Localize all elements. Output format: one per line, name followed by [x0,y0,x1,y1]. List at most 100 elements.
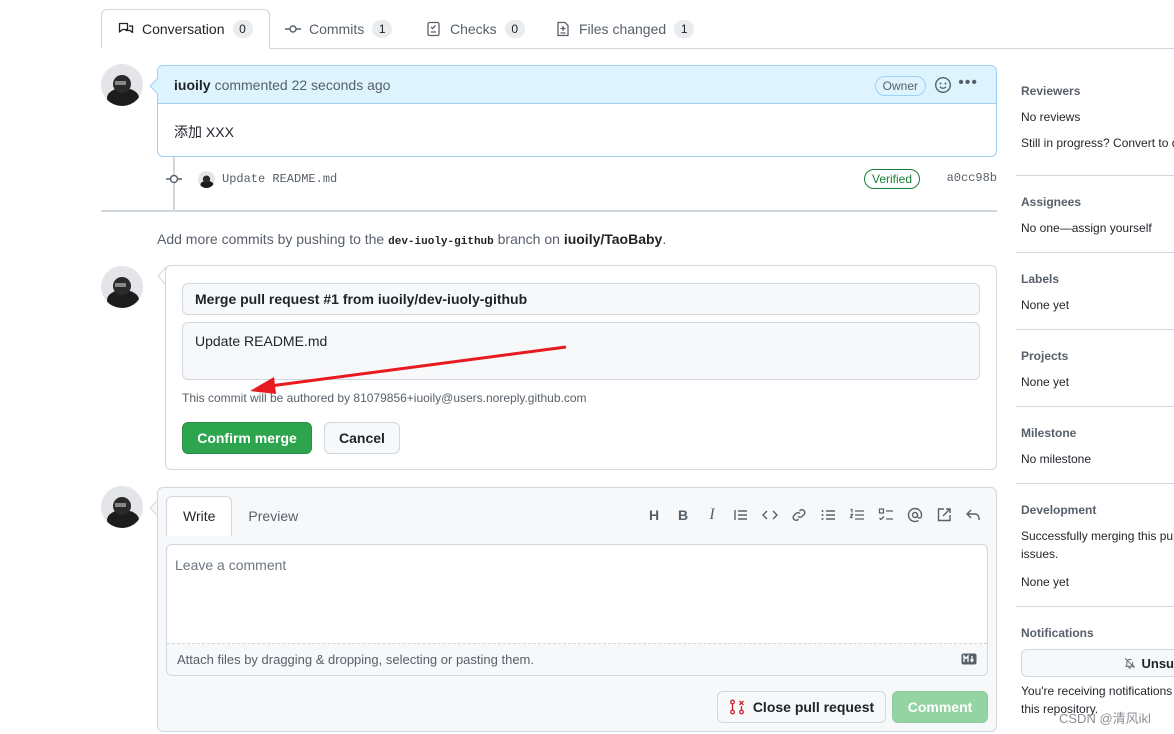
conversation-icon [118,22,134,34]
tab-count: 0 [232,20,253,38]
comment-textarea[interactable]: Leave a comment [167,545,987,643]
merge-title-input[interactable]: Merge pull request #1 from iuoily/dev-iu… [182,283,980,315]
info-text: Add more commits by pushing to the [157,231,385,247]
tab-count: 1 [372,20,393,38]
tab-count: 0 [504,20,525,38]
cancel-button[interactable]: Cancel [324,422,400,454]
sidebar-heading[interactable]: Milestone [1021,426,1174,440]
sidebar-heading: Notifications [1021,626,1094,640]
commit-icon [285,25,301,33]
sidebar-divider [1016,329,1174,330]
sidebar-development: Development Successfully merging this pu… [1021,503,1174,589]
comment-pointer [149,78,159,94]
link-icon[interactable] [790,506,808,524]
mention-icon[interactable] [906,506,924,524]
sidebar-text: None yet [1021,298,1070,312]
heading-icon[interactable]: H [645,506,663,524]
info-text: . [662,231,667,247]
editor-tabs: Write Preview [166,496,314,536]
comment-button[interactable]: Comment [892,691,988,723]
markdown-icon[interactable] [961,653,977,665]
sidebar-divider [1016,483,1174,484]
comment-header: iuoily commented 22 seconds ago [158,66,996,104]
sidebar-milestone: Milestone No milestone [1021,426,1174,466]
sidebar-divider [1016,406,1174,407]
sidebar-text: issues. [1021,547,1059,561]
unsubscribe-label: Unsu [1141,655,1174,671]
repo-name[interactable]: iuoily/TaoBaby [564,231,663,247]
sidebar-text: No reviews [1021,110,1081,124]
sidebar-reviewers: Reviewers No reviews Still in progress? … [1021,84,1174,150]
sidebar-text: None yet [1021,375,1070,389]
commit-row: Update README.md Verified a0cc98b [165,168,997,190]
sidebar-divider [1016,175,1174,176]
sidebar-text[interactable]: No one—assign yourself [1021,221,1174,235]
comment-box: iuoily commented 22 seconds ago Owner ••… [157,65,997,157]
avatar[interactable] [101,64,143,106]
bold-icon[interactable]: B [674,506,692,524]
unordered-list-icon[interactable] [819,506,837,524]
italic-icon[interactable]: I [703,506,721,524]
close-pr-label: Close pull request [752,699,875,715]
branch-name: dev-iuoly-github [388,236,494,248]
owner-badge: Owner [874,76,926,96]
sidebar-heading[interactable]: Reviewers [1021,84,1174,98]
sidebar-divider [1016,606,1174,607]
checks-icon [427,21,440,37]
sidebar-assignees: Assignees No one—assign yourself [1021,195,1174,235]
attach-files-bar[interactable]: Attach files by dragging & dropping, sel… [167,643,987,675]
kebab-menu-icon[interactable]: ••• [958,74,978,92]
sidebar-text[interactable]: Still in progress? Convert to d [1021,136,1174,150]
tab-preview[interactable]: Preview [232,496,314,536]
attach-files-label: Attach files by dragging & dropping, sel… [177,652,534,667]
commit-message[interactable]: Update README.md [222,172,337,186]
red-arrow-annotation [250,345,567,394]
bell-slash-icon [1124,657,1135,669]
avatar[interactable] [101,266,143,308]
watermark: CSDN @清风ikl [1059,711,1151,726]
sidebar-projects: Projects None yet [1021,349,1174,389]
unsubscribe-button[interactable]: Unsu [1021,649,1174,677]
avatar[interactable] [101,486,143,528]
tab-write[interactable]: Write [166,496,233,536]
reply-icon[interactable] [964,506,982,524]
tab-commits[interactable]: Commits 1 [269,9,408,49]
tab-label: Conversation [142,21,225,37]
cross-reference-icon[interactable] [935,506,953,524]
confirm-merge-button[interactable]: Confirm merge [182,422,312,454]
tab-label: Files changed [579,21,667,37]
sidebar-heading[interactable]: Development [1021,503,1174,517]
quote-icon[interactable] [732,506,750,524]
sidebar-text: You're receiving notifications [1021,684,1173,698]
tab-label: Commits [309,21,365,37]
commit-icon [166,174,182,184]
verified-badge[interactable]: Verified [864,169,921,189]
tab-files-changed[interactable]: Files changed 1 [539,9,710,49]
info-text: branch on [497,231,560,247]
sidebar-heading[interactable]: Projects [1021,349,1174,363]
comment-author[interactable]: iuoily [174,77,211,93]
tab-conversation[interactable]: Conversation 0 [101,9,270,49]
file-diff-icon [557,21,569,37]
close-pull-request-button[interactable]: Close pull request [717,691,886,723]
smiley-icon[interactable] [934,76,952,94]
push-info: Add more commits by pushing to the dev-i… [157,231,666,248]
sidebar-heading[interactable]: Assignees [1021,195,1174,209]
tab-label: Checks [450,21,497,37]
comment-body: 添加 XXX [174,124,234,140]
ordered-list-icon[interactable] [848,506,866,524]
tab-count: 1 [674,20,695,38]
comment-textarea-wrapper: Leave a comment Attach files by dragging… [166,544,988,676]
sidebar-heading[interactable]: Labels [1021,272,1174,286]
comment-meta[interactable]: commented 22 seconds ago [215,77,391,93]
sidebar-text: No milestone [1021,452,1092,466]
tab-checks[interactable]: Checks 0 [410,9,541,49]
code-icon[interactable] [761,506,779,524]
pr-tabs: Conversation 0 Commits 1 Checks 0 Files … [101,9,1174,49]
commit-avatar[interactable] [198,170,215,188]
sidebar-divider [1016,252,1174,253]
comment-editor: Write Preview H B I Leave a comment Atta… [157,487,997,732]
pull-request-closed-icon [729,699,744,715]
task-list-icon[interactable] [877,506,895,524]
commit-sha[interactable]: a0cc98b [947,171,997,185]
